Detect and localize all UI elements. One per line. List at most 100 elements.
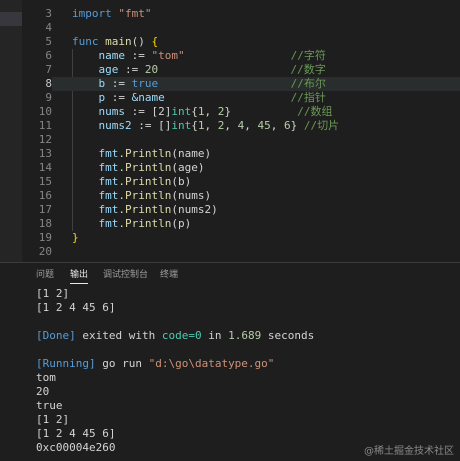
code-line[interactable]: b := true //布尔	[52, 77, 460, 91]
line-number: 17	[38, 203, 52, 216]
output-line: [1 2 4 45 6]	[36, 301, 116, 314]
line-number: 4	[45, 21, 52, 34]
code-token: 20	[144, 63, 159, 76]
code-token: (p)	[171, 217, 192, 230]
code-token: nums	[72, 105, 132, 118]
code-line[interactable]: }	[72, 231, 79, 245]
code-token: (b)	[171, 175, 192, 188]
code-token: 45	[257, 119, 271, 132]
code-token: fmt	[72, 203, 119, 216]
code-token: .	[118, 217, 125, 230]
watermark: @稀土掘金技术社区	[364, 446, 454, 457]
output-line: [1 2 4 45 6]	[36, 427, 116, 440]
exit-code: code=0	[161, 329, 202, 342]
code-token: [2]	[151, 105, 172, 118]
code-token: .	[118, 161, 125, 174]
tab-problems[interactable]: 问题	[36, 267, 54, 280]
code-token: int	[171, 105, 192, 118]
code-token: (nums2)	[171, 203, 218, 216]
bottom-panel: 问题 输出 调试控制台 终端 [1 2] [1 2 4 45 6] [Done]…	[0, 262, 460, 461]
code-line[interactable]: fmt.Println(age)	[72, 161, 204, 175]
tab-debug-console[interactable]: 调试控制台	[103, 267, 148, 280]
code-token: ,	[204, 119, 218, 132]
code-token: Println	[124, 147, 172, 160]
code-line[interactable]: fmt.Println(p)	[72, 217, 191, 231]
code-token: :=	[124, 63, 145, 76]
line-number: 18	[38, 217, 52, 230]
code-token: true	[131, 77, 159, 90]
code-line[interactable]: p := &name //指针	[72, 91, 326, 105]
line-number: 8	[45, 77, 52, 90]
output-line: true	[36, 399, 63, 412]
code-token: //数字	[158, 63, 326, 76]
output-line: tom	[36, 371, 56, 384]
code-token: ,	[224, 119, 238, 132]
code-token: fmt	[72, 161, 119, 174]
code-token: }	[224, 105, 231, 118]
code-token: "fmt"	[118, 7, 152, 20]
line-number: 20	[38, 245, 52, 258]
output-blank	[36, 343, 314, 357]
code-token: }	[72, 231, 79, 244]
code-token: fmt	[72, 217, 119, 230]
running-path: "d:\go\datatype.go"	[148, 357, 275, 370]
code-token: :=	[131, 105, 152, 118]
code-token: ,	[244, 119, 258, 132]
code-token: //指针	[164, 91, 326, 104]
code-line[interactable]: nums := [2]int{1, 2} //数组	[72, 105, 332, 119]
code-token: int	[171, 119, 192, 132]
running-text: go run	[95, 357, 149, 370]
code-token: ()	[131, 35, 152, 48]
code-line[interactable]: func main() {	[72, 35, 158, 49]
code-token: (name)	[171, 147, 212, 160]
line-number: 3	[45, 7, 52, 20]
code-token: Println	[124, 175, 172, 188]
code-line[interactable]: import "fmt"	[72, 7, 151, 21]
code-token: (age)	[171, 161, 205, 174]
line-number: 13	[38, 147, 52, 160]
line-number: 16	[38, 189, 52, 202]
output-line: 0xc00004e260	[36, 441, 116, 454]
line-number-gutter: 3 4 5 6 7 8 9 10 11 12 13 14 15 16 17 18 19 20	[22, 0, 52, 262]
code-token: {	[151, 35, 159, 48]
tab-output[interactable]: 输出	[70, 267, 89, 284]
code-token: //字符	[184, 49, 326, 62]
code-line[interactable]: fmt.Println(nums2)	[72, 203, 218, 217]
done-tag: [Done]	[36, 329, 76, 342]
code-token: ,	[204, 105, 218, 118]
done-text: in	[201, 329, 229, 342]
code-token: fmt	[72, 175, 119, 188]
code-line[interactable]: fmt.Println(nums)	[72, 189, 211, 203]
done-line: [Done] exited with code=0 in 1.689 secon…	[36, 329, 314, 343]
output-log[interactable]: [1 2] [1 2 4 45 6] [Done] exited with co…	[36, 287, 314, 455]
line-number: 9	[45, 91, 52, 104]
line-number: 6	[45, 49, 52, 62]
code-token: 6	[283, 119, 291, 132]
output-line: 20	[36, 385, 50, 398]
code-token: func	[72, 35, 106, 48]
code-token: :=	[111, 91, 132, 104]
code-editor[interactable]: import "fmt" func main() { name := "tom" …	[52, 0, 460, 262]
running-line: [Running] go run "d:\go\datatype.go"	[36, 357, 314, 371]
code-line[interactable]: fmt.Println(b)	[72, 175, 191, 189]
code-token: Println	[124, 203, 172, 216]
code-token: .	[118, 147, 125, 160]
code-line[interactable]: nums2 := []int{1, 2, 4, 45, 6} //切片	[72, 119, 339, 133]
code-line[interactable]: age := 20 //数字	[72, 63, 326, 77]
code-token: fmt	[72, 189, 119, 202]
line-number: 14	[38, 161, 52, 174]
tab-terminal[interactable]: 终端	[160, 267, 178, 280]
code-line[interactable]: name := "tom" //字符	[72, 49, 326, 63]
running-tag: [Running]	[36, 357, 96, 370]
code-token: {	[191, 119, 198, 132]
output-line: [1 2]	[36, 413, 70, 426]
code-token: import	[72, 7, 119, 20]
line-number: 19	[38, 231, 52, 244]
explorer-selected-item[interactable]	[0, 12, 22, 26]
code-token: age	[72, 63, 125, 76]
output-line: [1 2]	[36, 287, 70, 300]
code-token: &name	[131, 91, 165, 104]
code-line[interactable]: fmt.Println(name)	[72, 147, 211, 161]
code-token: "tom"	[151, 49, 185, 62]
output-blank	[36, 315, 314, 329]
